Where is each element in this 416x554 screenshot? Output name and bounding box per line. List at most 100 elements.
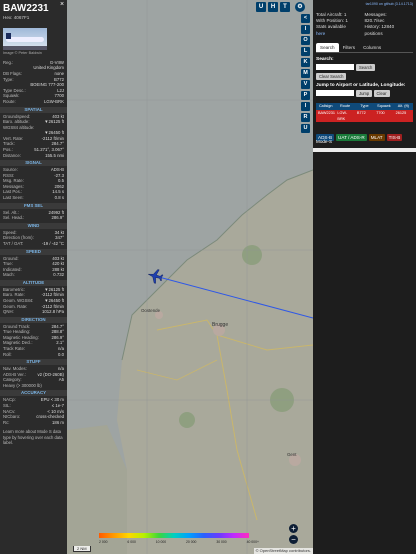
info-key: WGS84 altitude: (3, 124, 35, 130)
info-row: TAT / OAT: -19 / -42 °C (0, 241, 67, 247)
map-button-u[interactable]: U (256, 2, 266, 12)
cell-route: LGW-BRK (337, 110, 348, 121)
map-button-t[interactable]: T (280, 2, 290, 12)
alt-tick: 20 000 (186, 540, 197, 544)
settings-gear-icon[interactable]: ⚙ (295, 2, 305, 12)
cell-squawk: 7700 (376, 110, 385, 115)
altitude-legend-ticks: 2 000 6 000 10 000 20 000 30 000 40 000+ (99, 540, 259, 544)
cell-callsign: BAW2231 (318, 110, 335, 115)
section-header: SIGNAL (0, 160, 67, 167)
section-header: SPEED (0, 248, 67, 255)
col-header[interactable]: Alt. (ft) (394, 103, 413, 110)
city-label: Oostende (141, 308, 161, 313)
section-header: DIRECTION (0, 316, 67, 323)
panel-tabs: Search Filters Columns (316, 42, 413, 53)
info-key: Reg.: (3, 59, 14, 65)
info-value: 0.0 (58, 351, 64, 357)
photo-plane (6, 36, 44, 42)
info-value: 0.8 s (54, 195, 64, 201)
aircraft-photo[interactable] (3, 27, 47, 50)
side-button[interactable]: I (301, 102, 310, 111)
info-key: Last Seen: (3, 195, 24, 201)
cell-type: B772 (356, 110, 366, 115)
stats-available: Stats available here (316, 24, 346, 36)
info-key: QNH: (3, 309, 14, 315)
search-button[interactable]: Search (356, 63, 376, 71)
aircraft-info-panel: BAW2231 × Hex: 4067F1 Image © Peter Bald… (0, 0, 67, 554)
info-value: -19 / -42 °C (41, 240, 64, 246)
map-canvas: Brugge Oostende Gent (67, 0, 313, 554)
col-header[interactable]: Squawk (374, 103, 393, 110)
side-button[interactable]: L (301, 47, 310, 56)
source-chip[interactable]: TIS-B (386, 134, 403, 141)
info-value: 186 m (52, 419, 64, 425)
zoom-in-button[interactable]: + (289, 524, 298, 533)
forest-patch (179, 412, 195, 428)
close-icon[interactable]: × (59, 1, 65, 8)
info-value: 1012.8 hPa (42, 309, 64, 315)
source-chip[interactable]: MLAT (368, 134, 385, 141)
info-row: QNH: 1012.8 hPa (0, 309, 67, 315)
info-rows: Reg.: G-VIIW United Kingdom DB Flags: none Ty… (0, 60, 67, 105)
forest-patch (242, 245, 262, 265)
side-button[interactable]: U (301, 124, 310, 133)
col-header[interactable]: Route (335, 103, 354, 110)
mode-s-label[interactable]: Mode-S (316, 139, 332, 144)
info-key: Sel. Head.: (3, 215, 25, 221)
section-header: SPATIAL (0, 106, 67, 113)
side-button[interactable]: V (301, 80, 310, 89)
section-header: FMS SEL (0, 202, 67, 209)
scale-line: 2 NM (73, 546, 91, 552)
info-key: Heavy (> 300000 lb) (3, 382, 42, 388)
map-side-buttons: < I O L K M V P I R U (299, 14, 313, 554)
info-row: Sel. Head.: 286.9° (0, 215, 67, 221)
section-header: ALTITUDE (0, 279, 67, 286)
cell-altitude: 26125 (395, 110, 407, 115)
jump-button[interactable]: Jump (356, 89, 373, 97)
stats-block: Total Aircraft: 1 With Position: 1 Stats… (313, 6, 416, 37)
map-button-h[interactable]: H (268, 2, 278, 12)
tab-search[interactable]: Search (316, 42, 339, 52)
map-view[interactable]: Brugge Oostende Gent U H T ⚙ + − 2 000 6… (67, 0, 313, 554)
side-button[interactable]: I (301, 25, 310, 34)
alt-tick: 30 000 (216, 540, 227, 544)
info-value: A5 (58, 377, 64, 383)
info-value: 155.5 nmi (45, 152, 64, 158)
side-button[interactable]: O (301, 36, 310, 45)
jump-input[interactable] (316, 90, 354, 97)
info-key: Route: (3, 98, 16, 104)
alt-tick: 2 000 (99, 540, 108, 544)
info-value: ▼26125 ft (44, 119, 64, 125)
altitude-legend-bar (99, 533, 249, 538)
info-key: Rc: (3, 419, 10, 425)
search-label: Search: (316, 56, 334, 62)
stats-here-link[interactable]: here (316, 31, 325, 36)
tab-columns[interactable]: Columns (359, 43, 385, 52)
alt-tick: 6 000 (127, 540, 136, 544)
info-row: Distance: 155.5 nmi (0, 153, 67, 159)
side-button[interactable]: P (301, 91, 310, 100)
search-input[interactable] (316, 64, 354, 71)
side-button[interactable]: M (301, 69, 310, 78)
side-button[interactable]: R (301, 113, 310, 122)
tab-filters[interactable]: Filters (339, 43, 360, 52)
info-row: Mach: 0.732 (0, 272, 67, 278)
footer-note: Learn more about Mode S data type by hov… (3, 429, 63, 446)
zoom-out-button[interactable]: − (289, 535, 298, 544)
city-label: Gent (287, 452, 297, 457)
side-button[interactable]: < (301, 14, 310, 23)
clear-jump-button[interactable]: Clear (373, 89, 390, 97)
clear-search-button[interactable]: Clear Search (316, 72, 347, 80)
info-row: Route: LGW-BRK (0, 99, 67, 105)
stats-panel: tar1090 on github (3.14.1713) Total Airc… (313, 0, 416, 554)
table-row[interactable]: BAW2231 LGW-BRK B772 7700 26125 (316, 109, 413, 122)
info-key: Type: (3, 76, 14, 82)
search-section: Search: Search Clear Search Jump to Airp… (313, 53, 416, 97)
jump-label: Jump to Airport or Latitude, Longitude: (316, 82, 406, 88)
col-header[interactable]: Type (355, 103, 374, 110)
col-header[interactable]: Callsign (316, 103, 335, 110)
photo-ground (3, 45, 47, 50)
aircraft-table-header: Callsign Route Type Squawk Alt. (ft) (316, 102, 413, 110)
side-button[interactable]: K (301, 58, 310, 67)
source-chip[interactable]: UAT / ADS-R (336, 134, 367, 141)
